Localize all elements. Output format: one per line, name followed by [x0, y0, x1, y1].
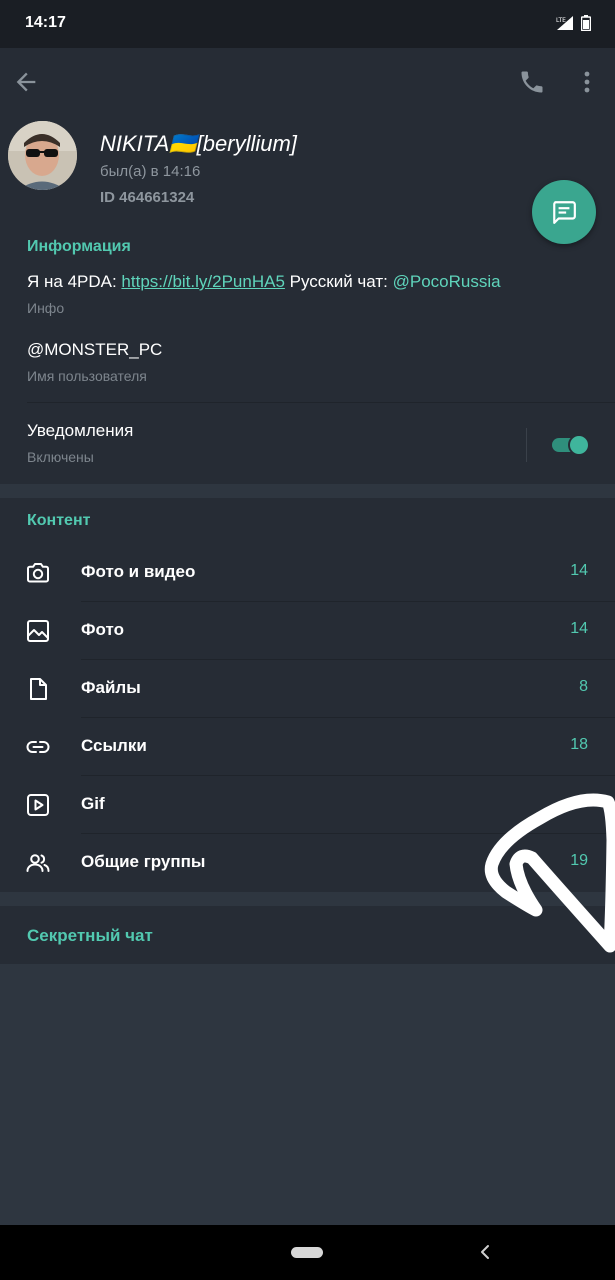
- profile-header: [0, 48, 615, 216]
- status-time: 14:17: [25, 14, 66, 31]
- message-button[interactable]: [532, 180, 596, 244]
- file-icon: [30, 678, 47, 700]
- vertical-divider: [526, 428, 527, 462]
- content-row-label: Фото: [81, 620, 124, 639]
- content-row-label: Файлы: [81, 678, 141, 697]
- bio-caption: Инфо: [27, 300, 65, 316]
- content-row-label: Фото и видео: [81, 562, 196, 581]
- profile-name: NIKITA🇺🇦[beryllium]: [100, 131, 297, 156]
- content-row-links[interactable]: Ссылки 18: [0, 718, 615, 776]
- notifications-toggle[interactable]: [550, 432, 590, 456]
- bio-text: Я на 4PDA: https://bit.ly/2PunHA5 Русски…: [27, 272, 501, 292]
- content-row-label: Общие группы: [81, 852, 206, 871]
- status-bar: 14:17 LTE: [0, 0, 615, 48]
- nav-back-icon[interactable]: [478, 1243, 492, 1261]
- content-row-count: 18: [570, 736, 588, 753]
- content-row-count: 8: [579, 678, 588, 695]
- username[interactable]: @MONSTER_PC: [27, 340, 162, 360]
- secret-chat-button[interactable]: Секретный чат: [27, 926, 153, 946]
- bio-middle: Русский чат:: [284, 272, 393, 291]
- notifications-status: Включены: [27, 449, 94, 465]
- info-section: Информация Я на 4PDA: https://bit.ly/2Pu…: [0, 216, 615, 484]
- avatar[interactable]: [8, 121, 77, 190]
- image-icon: [27, 620, 49, 642]
- username-caption: Имя пользователя: [27, 368, 147, 384]
- bio-prefix: Я на 4PDA:: [27, 272, 122, 291]
- network-type-label: LTE: [556, 17, 566, 24]
- content-row-count: 14: [570, 562, 588, 579]
- bio-link[interactable]: https://bit.ly/2PunHA5: [121, 272, 284, 291]
- content-row-label: Ссылки: [81, 736, 147, 755]
- phone-icon[interactable]: [518, 68, 546, 96]
- camera-icon: [27, 563, 49, 583]
- content-row-photos-videos[interactable]: Фото и видео 14: [0, 544, 615, 602]
- notifications-label[interactable]: Уведомления: [27, 421, 133, 441]
- more-menu-icon[interactable]: [576, 68, 598, 96]
- toggle-knob: [568, 434, 590, 456]
- system-nav-bar: [0, 1225, 615, 1280]
- user-id: ID 464661324: [100, 189, 195, 206]
- groups-icon: [26, 854, 50, 872]
- content-row-files[interactable]: Файлы 8: [0, 660, 615, 718]
- content-row-photos[interactable]: Фото 14: [0, 602, 615, 660]
- gif-play-icon: [27, 794, 49, 816]
- bio-mention[interactable]: @PocoRussia: [393, 272, 501, 291]
- battery-icon: [581, 15, 591, 31]
- hand-drawn-scribble: [484, 793, 615, 953]
- content-row-count: 14: [570, 620, 588, 637]
- divider: [27, 402, 615, 403]
- chat-bubble-icon: [553, 201, 576, 224]
- content-section-title: Контент: [27, 512, 91, 529]
- link-icon: [26, 741, 50, 753]
- status-icons: LTE: [555, 15, 591, 31]
- signal-icon: LTE: [556, 16, 573, 30]
- content-row-label: Gif: [81, 794, 105, 813]
- home-pill-button[interactable]: [291, 1247, 323, 1258]
- info-section-title: Информация: [27, 238, 131, 255]
- last-seen: был(а) в 14:16: [100, 163, 201, 180]
- back-arrow-icon[interactable]: [12, 68, 40, 96]
